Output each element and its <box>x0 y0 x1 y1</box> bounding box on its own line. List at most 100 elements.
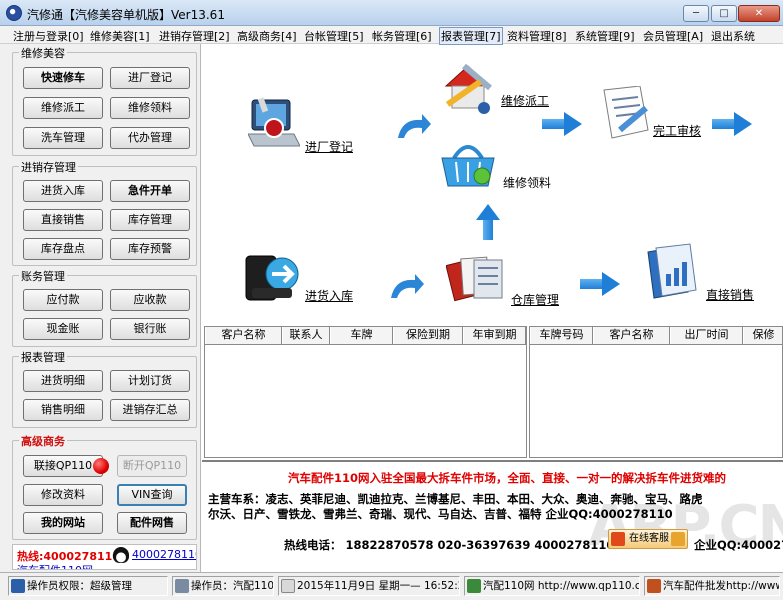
repair-materials-button[interactable]: 维修领料 <box>110 97 190 119</box>
menu-reports[interactable]: 报表管理[7] <box>439 27 503 45</box>
entry-register-button[interactable]: 进厂登记 <box>110 67 190 89</box>
group-business: 高级商务 联接QP110 断开QP110 修改资料 VIN查询 我的网站 配件网… <box>12 433 197 540</box>
payable-button[interactable]: 应付款 <box>23 289 103 311</box>
urgent-order-button[interactable]: 急件开单 <box>110 180 190 202</box>
menu-business[interactable]: 高级商务[4] <box>237 28 297 44</box>
vehicle-warranty-table[interactable]: 车牌号码 客户名称 出厂时间 保修 <box>529 326 783 458</box>
window-title: 汽修通【汽修美容单机版】Ver13.61 <box>27 8 225 22</box>
menu-repair-beauty[interactable]: 维修美容[1] <box>90 28 150 44</box>
menu-inventory[interactable]: 进销存管理[2] <box>159 28 230 44</box>
menu-system[interactable]: 系统管理[9] <box>575 28 635 44</box>
shopping-basket-icon[interactable] <box>438 136 498 192</box>
table-header: 客户名称 联系人 车牌 保险到期 年审到期 <box>205 327 526 345</box>
flow-stock-in[interactable]: 进货入库 <box>305 287 353 304</box>
connect-qp110-button[interactable]: 联接QP110 <box>23 455 103 477</box>
flow-arrow-up-icon <box>476 204 500 240</box>
home-icon <box>647 579 661 593</box>
menu-bar: 注册与登录[0] 维修美容[1] 进销存管理[2] 高级商务[4] 台帐管理[5… <box>0 26 783 45</box>
online-service-button[interactable]: 在线客服 <box>608 529 688 549</box>
menu-register-login[interactable]: 注册与登录[0] <box>13 28 84 44</box>
parts-online-sale-button[interactable]: 配件网售 <box>117 512 187 534</box>
column-header[interactable]: 出厂时间 <box>670 327 743 344</box>
flow-direct-sale[interactable]: 直接销售 <box>706 286 754 303</box>
direct-sale-button[interactable]: 直接销售 <box>23 209 103 231</box>
menu-accounts[interactable]: 帐务管理[6] <box>372 28 432 44</box>
status-permission: 操作员权限：超级管理 <box>8 576 168 596</box>
agency-button[interactable]: 代办管理 <box>110 127 190 149</box>
repair-dispatch-button[interactable]: 维修派工 <box>23 97 103 119</box>
column-header[interactable]: 年审到期 <box>463 327 526 344</box>
qq-link[interactable]: 4000278110 <box>132 548 196 561</box>
stock-in-button[interactable]: 进货入库 <box>23 180 103 202</box>
parts-site-link[interactable]: 汽车配件110网 <box>17 562 93 569</box>
column-header[interactable]: 联系人 <box>282 327 330 344</box>
flow-entry-register[interactable]: 进厂登记 <box>305 138 353 155</box>
group-title-inventory: 进销存管理 <box>19 159 78 175</box>
column-header[interactable]: 车牌号码 <box>530 327 593 344</box>
receivable-button[interactable]: 应收款 <box>110 289 190 311</box>
column-header[interactable]: 保修 <box>743 327 782 344</box>
flow-repair-materials[interactable]: 维修领料 <box>503 174 551 191</box>
status-operator: 操作员：汽配110网 <box>172 576 274 596</box>
sidebar: 维修美容 快速修车 进厂登记 维修派工 维修领料 洗车管理 代办管理 进销存管理… <box>0 44 201 572</box>
stock-in-icon[interactable] <box>244 250 302 306</box>
edit-info-button[interactable]: 修改资料 <box>23 484 103 506</box>
group-repair: 维修美容 快速修车 进厂登记 维修派工 维修领料 洗车管理 代办管理 <box>12 45 197 156</box>
bank-account-button[interactable]: 银行账 <box>110 318 190 340</box>
laptop-icon[interactable] <box>248 96 300 152</box>
status-permission-text: 操作员权限：超级管理 <box>27 580 132 592</box>
car-wash-button[interactable]: 洗车管理 <box>23 127 103 149</box>
status-site[interactable]: 汽配110网 http://www.qp110.com <box>464 576 640 596</box>
curved-arrow-icon <box>398 114 431 138</box>
purchase-detail-button[interactable]: 进货明细 <box>23 370 103 392</box>
warehouse-documents-icon[interactable] <box>446 252 506 308</box>
my-website-button[interactable]: 我的网站 <box>23 512 103 534</box>
column-header[interactable]: 车牌 <box>330 327 393 344</box>
minimize-button[interactable]: ─ <box>683 5 709 22</box>
ad-brands: 主营车系：凌志、英菲尼迪、凯迪拉克、兰博基尼、丰田、本田、大众、奥迪、奔驰、宝马… <box>208 492 703 522</box>
check-icon <box>671 532 685 546</box>
flow-arrow-icon <box>712 112 752 136</box>
direct-sale-icon[interactable] <box>644 242 702 302</box>
ad-headline: 汽车配件110网入驻全国最大拆车件市场，全面、直接、一对一的解决拆车件进货难的 <box>288 471 727 485</box>
column-header[interactable]: 客户名称 <box>205 327 282 344</box>
vin-query-button[interactable]: VIN查询 <box>117 484 187 506</box>
plan-order-button[interactable]: 计划订货 <box>110 370 190 392</box>
status-ad[interactable]: 汽车配件批发http://www. <box>644 576 780 596</box>
advertisement-panel: ARP.CN 汽车配件110网入驻全国最大拆车件市场，全面、直接、一对一的解决拆… <box>202 460 783 572</box>
stock-manage-button[interactable]: 库存管理 <box>110 209 190 231</box>
ad-brands-line: 尔沃、日产、雪铁龙、雪弗兰、奇瑞、现代、马自达、吉普、福特 企业QQ:40002… <box>208 507 673 521</box>
flow-arrow-icon <box>580 272 620 296</box>
stock-alert-button[interactable]: 库存预警 <box>110 238 190 260</box>
column-header[interactable]: 保险到期 <box>393 327 463 344</box>
ad-qq: 企业QQ:4000278 <box>694 538 783 552</box>
menu-ledger[interactable]: 台帐管理[5] <box>304 28 364 44</box>
operator-icon <box>175 579 189 593</box>
flow-finish-audit[interactable]: 完工审核 <box>653 122 701 139</box>
user-icon <box>11 579 25 593</box>
menu-members[interactable]: 会员管理[A] <box>643 28 703 44</box>
stocktake-button[interactable]: 库存盘点 <box>23 238 103 260</box>
menu-data[interactable]: 资料管理[8] <box>507 28 567 44</box>
audit-clipboard-icon[interactable] <box>596 86 652 142</box>
cash-account-button[interactable]: 现金账 <box>23 318 103 340</box>
curved-arrow-icon <box>391 274 424 298</box>
inventory-summary-button[interactable]: 进销存汇总 <box>110 399 190 421</box>
maximize-button[interactable]: □ <box>711 5 737 22</box>
calendar-icon <box>281 579 295 593</box>
column-header[interactable]: 客户名称 <box>593 327 670 344</box>
status-datetime: 2015年11月9日 星期一— 16:52:26 <box>278 576 460 596</box>
close-button[interactable]: ✕ <box>738 5 780 22</box>
dispatch-tools-icon[interactable] <box>440 60 498 118</box>
menu-exit[interactable]: 退出系统 <box>711 28 755 44</box>
flow-repair-dispatch[interactable]: 维修派工 <box>501 92 549 109</box>
flow-warehouse[interactable]: 仓库管理 <box>511 291 559 308</box>
quick-repair-button[interactable]: 快速修车 <box>23 67 103 89</box>
status-datetime-text: 2015年11月9日 星期一— 16:52:26 <box>297 580 460 592</box>
sales-detail-button[interactable]: 销售明细 <box>23 399 103 421</box>
online-service-label: 在线客服 <box>629 533 669 544</box>
connection-status-indicator <box>93 458 109 474</box>
table-header: 车牌号码 客户名称 出厂时间 保修 <box>530 327 782 345</box>
customer-reminder-table[interactable]: 客户名称 联系人 车牌 保险到期 年审到期 <box>204 326 527 458</box>
disconnect-qp110-button[interactable]: 断开QP110 <box>117 455 187 477</box>
